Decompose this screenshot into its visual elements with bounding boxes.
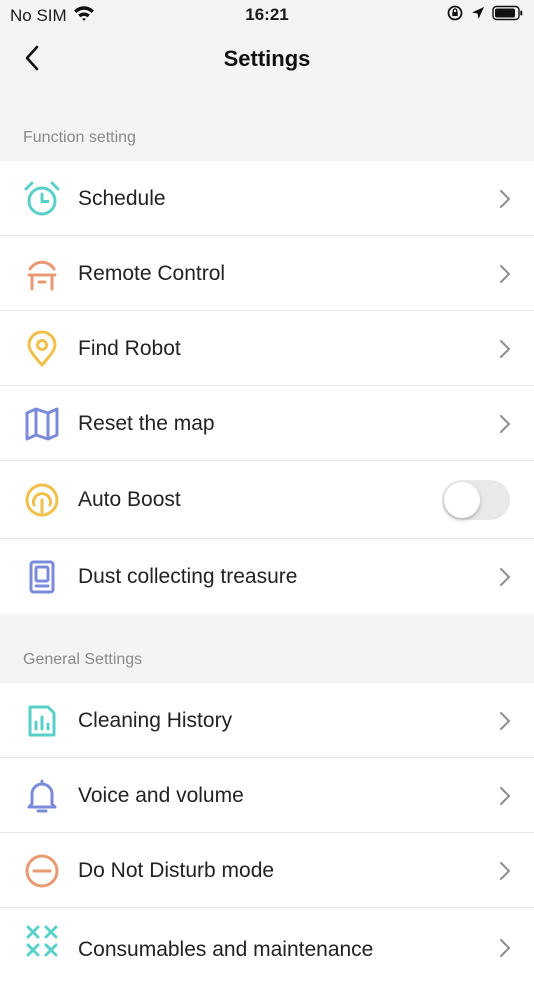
status-bar: No SIM 16:21 — [0, 0, 534, 32]
section-header-function: Function setting — [23, 129, 136, 146]
boost-gauge-icon — [23, 481, 61, 519]
schedule-row[interactable]: Schedule — [0, 161, 534, 236]
chevron-right-icon — [498, 861, 512, 881]
do-not-disturb-label: Do Not Disturb mode — [78, 858, 275, 882]
reset-map-label: Reset the map — [78, 411, 215, 435]
rotation-lock-icon — [446, 4, 464, 27]
remote-control-row[interactable]: Remote Control — [0, 236, 534, 311]
find-robot-label: Find Robot — [78, 336, 181, 360]
consumables-row[interactable]: Consumables and maintenance — [0, 908, 534, 983]
consumables-label: Consumables and maintenance — [78, 938, 374, 961]
dust-collecting-label: Dust collecting treasure — [78, 564, 298, 588]
cleaning-history-label: Cleaning History — [78, 708, 233, 732]
do-not-disturb-row[interactable]: Do Not Disturb mode — [0, 833, 534, 908]
remote-control-label: Remote Control — [78, 261, 226, 285]
find-robot-row[interactable]: Find Robot — [0, 311, 534, 386]
consumables-icon — [23, 922, 61, 960]
dust-collecting-row[interactable]: Dust collecting treasure — [0, 539, 534, 614]
bell-icon — [23, 777, 61, 815]
schedule-label: Schedule — [78, 186, 166, 210]
cleaning-history-row[interactable]: Cleaning History — [0, 683, 534, 758]
do-not-disturb-icon — [23, 852, 61, 890]
remote-control-icon — [23, 255, 61, 293]
chevron-right-icon — [498, 339, 512, 359]
voice-volume-row[interactable]: Voice and volume — [0, 758, 534, 833]
location-pin-icon — [23, 330, 61, 368]
page-title: Settings — [223, 46, 311, 71]
dust-station-icon — [23, 558, 61, 596]
chevron-right-icon — [498, 711, 512, 731]
nav-bar: Settings — [0, 32, 534, 88]
location-arrow-icon — [470, 5, 486, 26]
chevron-right-icon — [498, 264, 512, 284]
voice-volume-label: Voice and volume — [78, 783, 244, 807]
battery-icon — [492, 5, 524, 26]
chevron-right-icon — [498, 567, 512, 587]
section-header-general: General Settings — [23, 651, 143, 668]
auto-boost-label: Auto Boost — [78, 488, 181, 511]
chevron-right-icon — [498, 786, 512, 806]
toggle-knob — [444, 482, 480, 518]
chevron-right-icon — [498, 189, 512, 209]
auto-boost-row: Auto Boost — [0, 461, 534, 539]
map-icon — [23, 405, 61, 443]
reset-map-row[interactable]: Reset the map — [0, 386, 534, 461]
chevron-right-icon — [498, 938, 512, 958]
chevron-right-icon — [498, 414, 512, 434]
report-icon — [23, 702, 61, 740]
alarm-clock-icon — [23, 180, 61, 218]
function-settings-group: Schedule Remote Control Find Robot Reset… — [0, 161, 534, 614]
status-right — [446, 4, 524, 27]
auto-boost-toggle[interactable] — [442, 480, 510, 520]
general-settings-group: Cleaning History Voice and volume Do Not… — [0, 683, 534, 983]
